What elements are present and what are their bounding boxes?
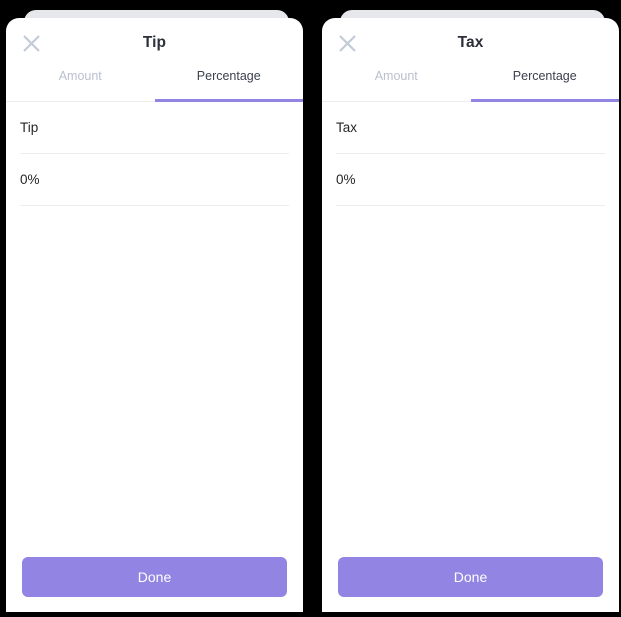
tax-sheet-footer: Done xyxy=(322,547,619,612)
tip-fields: Tip 0% xyxy=(6,102,303,547)
page-title: Tax xyxy=(457,34,484,51)
tax-label-value: Tax xyxy=(336,120,358,135)
tab-percentage-label: Percentage xyxy=(512,69,577,83)
tab-percentage[interactable]: Percentage xyxy=(470,68,620,102)
tax-label-field[interactable]: Tax xyxy=(336,102,605,154)
tip-tab-bar: Amount Percentage xyxy=(6,68,303,102)
tax-fields: Tax 0% xyxy=(322,102,619,547)
tab-percentage-label: Percentage xyxy=(196,69,261,83)
tab-amount-label: Amount xyxy=(374,69,418,83)
tip-label-value: Tip xyxy=(20,120,39,135)
tax-percentage-field[interactable]: 0% xyxy=(336,154,605,206)
done-button[interactable]: Done xyxy=(22,557,287,597)
tip-panel: Tip Amount Percentage Tip 0% Done xyxy=(0,0,305,617)
tip-sheet-footer: Done xyxy=(6,547,303,612)
tip-percentage-value: 0% xyxy=(20,172,40,187)
screenshot-stage: Tip Amount Percentage Tip 0% Done Tax Am… xyxy=(0,0,621,617)
tip-label-field[interactable]: Tip xyxy=(20,102,289,154)
tax-panel: Tax Amount Percentage Tax 0% Done xyxy=(316,0,621,617)
tip-modal-sheet: Tip Amount Percentage Tip 0% Done xyxy=(6,18,303,612)
done-button[interactable]: Done xyxy=(338,557,603,597)
tab-amount[interactable]: Amount xyxy=(322,68,471,101)
tax-modal-sheet: Tax Amount Percentage Tax 0% Done xyxy=(322,18,619,612)
tab-percentage[interactable]: Percentage xyxy=(154,68,304,102)
tax-percentage-value: 0% xyxy=(336,172,356,187)
page-title: Tip xyxy=(142,34,167,51)
tax-tab-bar: Amount Percentage xyxy=(322,68,619,102)
tab-amount-label: Amount xyxy=(58,69,102,83)
tip-sheet-header: Tip xyxy=(6,18,303,68)
tax-sheet-header: Tax xyxy=(322,18,619,68)
close-icon[interactable] xyxy=(16,28,46,58)
tip-percentage-field[interactable]: 0% xyxy=(20,154,289,206)
close-icon[interactable] xyxy=(332,28,362,58)
tab-amount[interactable]: Amount xyxy=(6,68,155,101)
